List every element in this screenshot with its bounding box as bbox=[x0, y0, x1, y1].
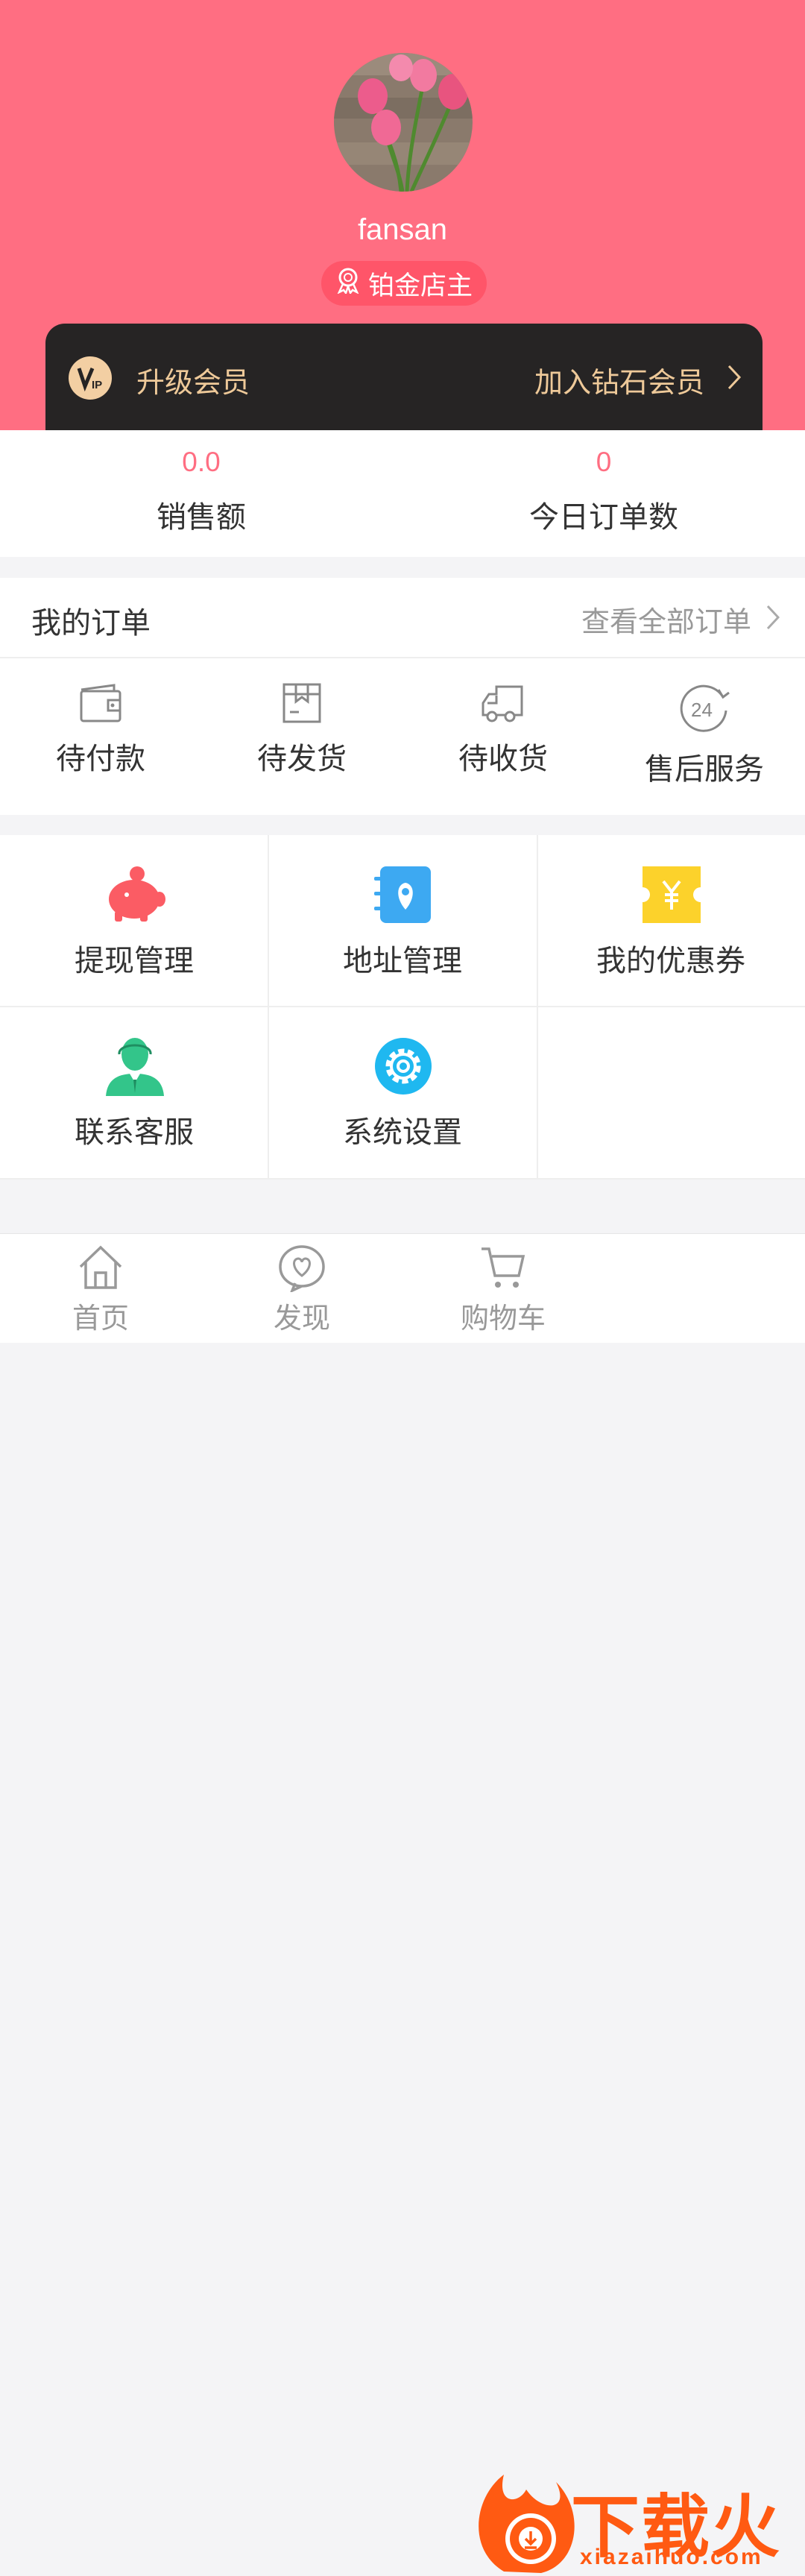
watermark-logo: 下载火 xiazaihuo.com bbox=[474, 2467, 805, 2576]
order-pending-payment[interactable]: 待付款 bbox=[0, 682, 201, 778]
service-label: 联系客服 bbox=[75, 1116, 194, 1149]
grid-divider bbox=[537, 835, 538, 1180]
vip-upgrade-bar[interactable]: IP 升级会员 加入钻石会员 bbox=[45, 324, 763, 430]
stat-today-orders: 0 今日订单数 bbox=[402, 430, 805, 536]
grid-divider bbox=[268, 835, 269, 1180]
package-icon bbox=[201, 682, 402, 724]
order-status-label: 待发货 bbox=[257, 743, 347, 775]
order-after-sales[interactable]: 24 售后服务 bbox=[604, 682, 805, 788]
service-label: 系统设置 bbox=[343, 1116, 462, 1149]
svg-text:24: 24 bbox=[691, 699, 713, 721]
orders-header[interactable]: 我的订单 查看全部订单 bbox=[0, 578, 805, 658]
stat-label: 今日订单数 bbox=[529, 501, 678, 534]
tab-label: 发现 bbox=[273, 1303, 330, 1335]
sales-stats: 0.0 销售额 0 今日订单数 bbox=[0, 430, 805, 557]
tab-label: 首页 bbox=[72, 1303, 129, 1335]
profile-header: fansan 铂金店主 IP 升级会员 加入钻石会员 bbox=[0, 0, 805, 430]
flame-download-icon bbox=[479, 2475, 575, 2573]
coupon-icon bbox=[643, 866, 701, 923]
home-icon bbox=[79, 1245, 122, 1289]
vip-logo-icon: IP bbox=[69, 356, 112, 400]
stat-label: 销售额 bbox=[157, 501, 246, 534]
member-level-badge: 铂金店主 bbox=[321, 261, 487, 306]
view-all-orders-link[interactable]: 查看全部订单 bbox=[581, 599, 751, 640]
stat-value: 0.0 bbox=[182, 447, 221, 477]
order-pending-shipment[interactable]: 待发货 bbox=[201, 682, 402, 778]
chevron-right-icon bbox=[727, 364, 742, 394]
vip-upgrade-title: 升级会员 bbox=[136, 368, 250, 399]
tab-cart[interactable]: 购物车 bbox=[402, 1243, 604, 1336]
services-grid: 提现管理 地址管理 我的优惠券 联系客服 系统设置 bbox=[0, 835, 805, 1180]
grid-divider bbox=[0, 1006, 805, 1007]
tab-discover[interactable]: 发现 bbox=[201, 1243, 402, 1336]
service-label: 地址管理 bbox=[343, 945, 462, 977]
medal-icon bbox=[335, 267, 361, 300]
grid-divider bbox=[0, 1178, 805, 1180]
service-address[interactable]: 地址管理 bbox=[268, 835, 537, 1007]
discover-heart-icon bbox=[279, 1245, 325, 1292]
stat-value: 0 bbox=[596, 447, 612, 477]
service-settings[interactable]: 系统设置 bbox=[268, 1007, 537, 1178]
join-diamond-link[interactable]: 加入钻石会员 bbox=[534, 359, 704, 400]
my-orders-section: 我的订单 查看全部订单 待付款 待发货 待收货 24 售后服务 bbox=[0, 578, 805, 815]
bottom-tab-bar: 首页 发现 购物车 下载火 xiazaihuo.com bbox=[0, 1233, 805, 2573]
username: fansan bbox=[357, 213, 448, 246]
order-status-label: 售后服务 bbox=[645, 753, 764, 786]
24h-service-icon: 24 bbox=[604, 682, 805, 734]
service-withdraw[interactable]: 提现管理 bbox=[0, 835, 268, 1007]
service-customer-support[interactable]: 联系客服 bbox=[0, 1007, 268, 1178]
tab-label: 购物车 bbox=[460, 1303, 546, 1335]
service-coupons[interactable]: 我的优惠券 bbox=[537, 835, 805, 1007]
orders-title: 我的订单 bbox=[31, 607, 151, 640]
address-book-icon bbox=[374, 866, 431, 923]
chevron-right-icon bbox=[766, 605, 780, 634]
tab-home[interactable]: 首页 bbox=[0, 1243, 201, 1336]
order-pending-receipt[interactable]: 待收货 bbox=[402, 682, 604, 778]
order-status-label: 待收货 bbox=[458, 743, 548, 775]
avatar[interactable] bbox=[334, 53, 473, 192]
member-level-label: 铂金店主 bbox=[367, 271, 473, 300]
truck-icon bbox=[402, 682, 604, 724]
service-label: 我的优惠券 bbox=[596, 945, 745, 977]
settings-gear-icon bbox=[375, 1038, 432, 1095]
order-status-label: 待付款 bbox=[56, 743, 145, 775]
stat-sales: 0.0 销售额 bbox=[0, 430, 402, 536]
svg-text:IP: IP bbox=[92, 379, 102, 391]
customer-service-icon bbox=[106, 1038, 164, 1096]
wallet-icon bbox=[0, 682, 201, 724]
cart-icon bbox=[482, 1247, 525, 1288]
watermark-url: xiazaihuo.com bbox=[580, 2545, 763, 2569]
piggy-bank-icon bbox=[109, 866, 165, 922]
service-label: 提现管理 bbox=[75, 945, 194, 977]
